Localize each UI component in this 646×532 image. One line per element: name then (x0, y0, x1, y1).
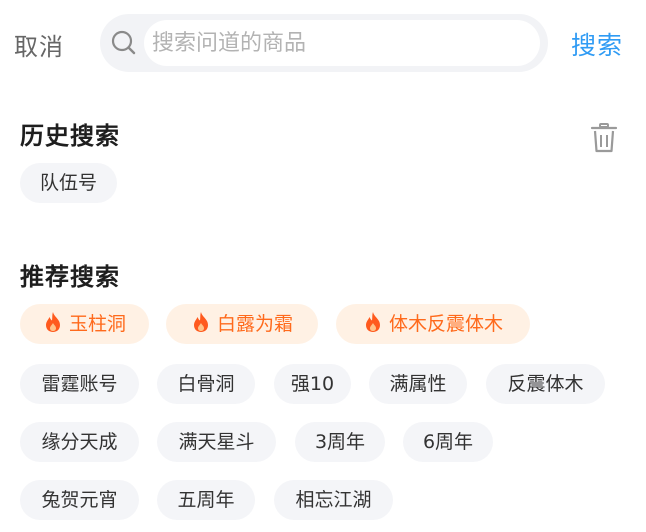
hot-chip-label: 玉柱洞 (68, 313, 126, 335)
trash-icon[interactable] (589, 122, 619, 154)
recommend-chip[interactable]: 6周年 (403, 422, 493, 462)
recommend-chip[interactable]: 反震体木 (486, 364, 605, 404)
recommend-chip[interactable]: 强10 (274, 364, 351, 404)
fire-icon (45, 312, 60, 332)
hot-chip-label: 体木反震体木 (388, 313, 503, 335)
search-input[interactable] (144, 20, 540, 66)
cancel-button[interactable]: 取消 (14, 27, 64, 62)
hot-chip[interactable]: 体木反震体木 (336, 304, 530, 344)
search-icon (111, 30, 136, 55)
recommend-section-title: 推荐搜索 (20, 263, 120, 291)
search-bar[interactable] (100, 14, 548, 72)
recommend-chip[interactable]: 雷霆账号 (20, 364, 139, 404)
hot-chip[interactable]: 玉柱洞 (20, 304, 149, 344)
search-button[interactable]: 搜索 (571, 26, 623, 62)
recommend-chip[interactable]: 白骨洞 (157, 364, 255, 404)
recommend-chip[interactable]: 满属性 (369, 364, 467, 404)
fire-icon (193, 312, 208, 332)
recommend-chip[interactable]: 相忘江湖 (274, 480, 393, 520)
recommend-chip[interactable]: 满天星斗 (157, 422, 276, 462)
recommend-chip[interactable]: 五周年 (157, 480, 255, 520)
fire-icon (365, 312, 380, 332)
hot-chip-label: 白露为霜 (216, 313, 293, 335)
history-section-title: 历史搜索 (20, 122, 120, 150)
recommend-chip[interactable]: 兔贺元宵 (20, 480, 139, 520)
recommend-chip[interactable]: 3周年 (295, 422, 385, 462)
search-header: 取消 搜索 (0, 0, 646, 86)
hot-chip[interactable]: 白露为霜 (166, 304, 318, 344)
history-chip[interactable]: 队伍号 (20, 163, 117, 203)
recommend-chip[interactable]: 缘分天成 (20, 422, 139, 462)
